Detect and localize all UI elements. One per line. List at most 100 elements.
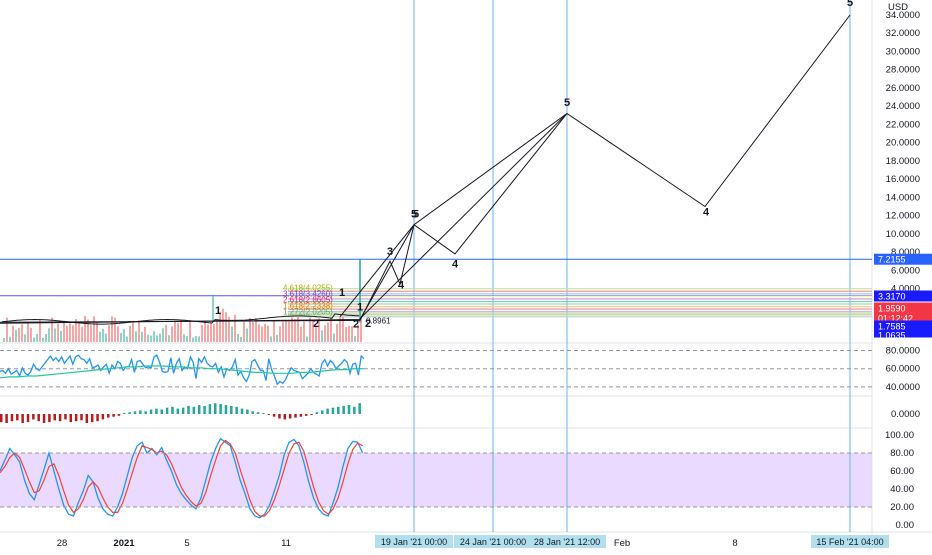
volume-bar xyxy=(87,319,89,342)
macd-histogram-bar xyxy=(299,414,303,417)
macd-histogram-bar xyxy=(288,414,292,419)
volume-bar xyxy=(267,325,269,342)
macd-histogram-bar xyxy=(101,414,105,420)
macd-histogram-bar xyxy=(203,405,206,414)
volume-bar xyxy=(189,320,191,342)
volume-bar xyxy=(120,332,122,342)
volume-bar xyxy=(252,322,254,342)
time-tick-label: 8 xyxy=(732,538,737,549)
macd-histogram-bar xyxy=(21,414,24,423)
elliott-wave-label: 3 xyxy=(387,246,393,258)
volume-bar xyxy=(183,334,185,342)
time-tick-label: 11 xyxy=(281,538,291,549)
volume-bar xyxy=(276,334,278,342)
volume-bar xyxy=(54,328,56,342)
price-tick-label: 22.0000 xyxy=(886,119,920,130)
chart-root: 1 2 1 2 1 2 3 4 5 5 4 5 4 5 0.8961 4.618(4.0255) 3.618(3… xyxy=(0,0,932,550)
macd-histogram-bar xyxy=(262,413,265,414)
volume-bar xyxy=(33,337,35,342)
time-tick-label: 2021 xyxy=(113,538,135,549)
price-tick-label: 6.0000 xyxy=(891,265,920,276)
macd-histogram-bar xyxy=(294,414,297,418)
volume-bar xyxy=(222,308,224,342)
macd-histogram-bar xyxy=(192,406,196,414)
elliott-wave-label: 4 xyxy=(398,280,405,292)
macd-histogram-bar xyxy=(326,408,329,414)
macd-histogram-bar xyxy=(176,408,180,414)
macd-histogram-bar xyxy=(32,414,35,420)
volume-bar xyxy=(36,334,38,342)
volume-bar xyxy=(345,326,347,342)
time-tick-label: 28 xyxy=(57,538,68,549)
macd-histogram-bar xyxy=(144,411,147,414)
tradingview-chart: 121212345545450.89614.618(4.0255)3.618(3… xyxy=(0,0,932,550)
fib-level-label: 1.272(2.0205) xyxy=(283,308,333,317)
macd-histogram-bar xyxy=(0,414,3,423)
volume-bar xyxy=(240,337,242,342)
volume-bar xyxy=(150,335,152,342)
volume-bar xyxy=(153,331,155,342)
volume-bar xyxy=(246,328,248,342)
volume-bar xyxy=(204,321,206,342)
macd-histogram-bar xyxy=(90,414,94,423)
macd-histogram-bar xyxy=(283,414,287,420)
price-tick-label: 34.0000 xyxy=(886,10,920,21)
volume-bar xyxy=(348,326,350,342)
volume-bar xyxy=(138,320,140,342)
price-tick-label: 10.0000 xyxy=(886,229,920,240)
price-tick-label: 28.0000 xyxy=(886,65,920,76)
elliott-wave-label: 2 xyxy=(313,318,319,330)
macd-histogram-bar xyxy=(171,406,174,414)
macd-histogram-bar xyxy=(58,414,62,422)
volume-bar xyxy=(168,335,170,342)
macd-histogram-bar xyxy=(48,414,51,423)
volume-bar xyxy=(231,326,233,342)
time-tick-label: Feb xyxy=(614,538,630,549)
macd-histogram-bar xyxy=(181,407,185,414)
volume-bar xyxy=(45,333,47,342)
macd-histogram-bar xyxy=(272,414,276,417)
elliott-wave-line xyxy=(0,14,851,323)
volume-bar xyxy=(333,333,335,342)
volume-bar xyxy=(216,319,218,342)
volume-bar xyxy=(156,335,158,342)
volume-bar xyxy=(15,329,17,342)
macd-histogram-bar xyxy=(251,411,254,414)
macd-histogram-bar xyxy=(85,414,89,423)
elliott-wave-label: 1 xyxy=(339,287,345,299)
volume-bar xyxy=(159,333,161,342)
stoch-tick-label: 80.00 xyxy=(890,448,914,459)
volume-bar xyxy=(141,331,143,342)
volume-bar xyxy=(126,336,128,342)
macd-histogram-bar xyxy=(337,406,340,414)
volume-bar xyxy=(51,317,53,342)
macd-histogram-bar xyxy=(26,414,30,423)
macd-histogram-bar xyxy=(74,414,78,422)
price-tick-label: 12.0000 xyxy=(886,211,920,222)
volume-bar xyxy=(237,333,239,342)
volume-bar xyxy=(66,325,68,342)
volume-bar xyxy=(57,323,59,342)
volume-bar xyxy=(177,322,179,342)
macd-histogram-bar xyxy=(187,405,190,414)
macd-histogram-bar xyxy=(5,414,8,423)
rsi-tick-label: 40.0000 xyxy=(886,382,920,393)
macd-histogram-bar xyxy=(139,410,142,414)
volume-bar xyxy=(210,323,212,342)
elliott-wave-label: 5 xyxy=(564,97,570,109)
elliott-wave-label: 4 xyxy=(703,207,710,219)
volume-bar xyxy=(270,336,272,342)
volume-bar xyxy=(261,326,263,342)
volume-bar xyxy=(129,325,131,342)
macd-histogram-bar xyxy=(214,403,217,414)
volume-bar xyxy=(273,320,275,342)
date-badge-label: 19 Jan '21 00:00 xyxy=(381,537,447,547)
volume-bar xyxy=(327,322,329,342)
stoch-tick-label: 60.00 xyxy=(890,466,914,477)
volume-bar xyxy=(9,336,11,342)
macd-histogram-bar xyxy=(53,414,56,421)
rsi-tick-label: 60.0000 xyxy=(886,364,920,375)
volume-bar xyxy=(78,323,80,342)
macd-histogram-bar xyxy=(353,406,356,414)
volume-bar xyxy=(18,328,20,342)
